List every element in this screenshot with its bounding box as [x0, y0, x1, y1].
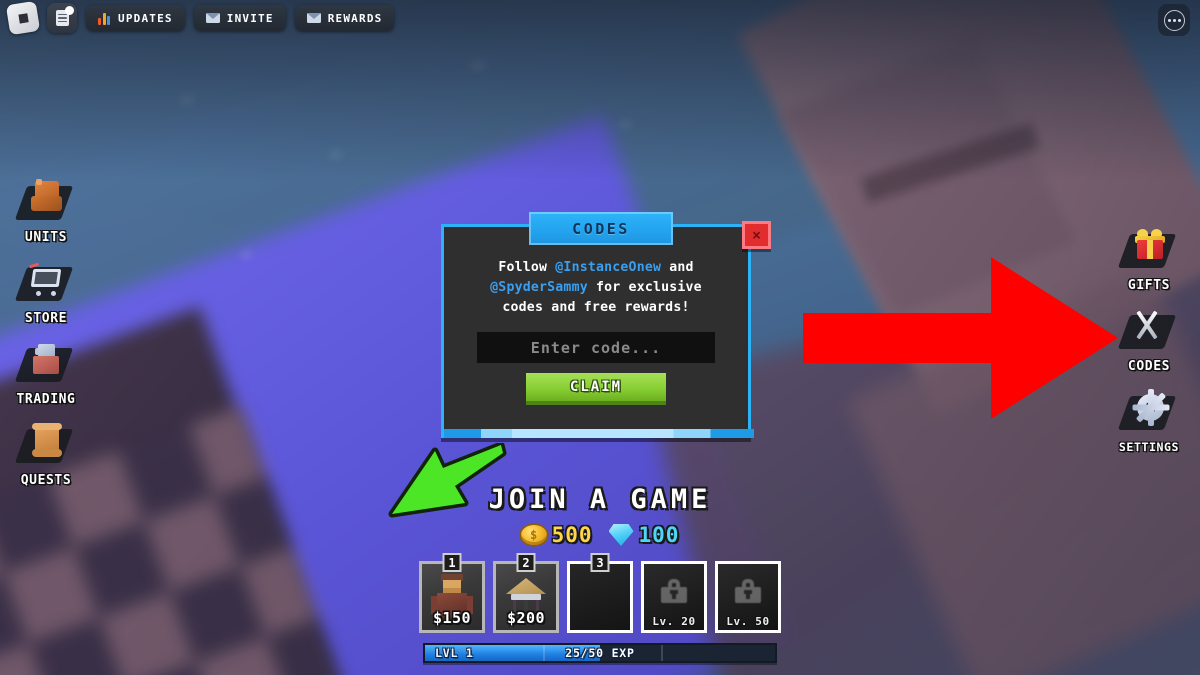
sidebar-item-store[interactable]: STORE: [10, 257, 82, 326]
hotbar-slot-number: 1: [442, 553, 462, 572]
page-title: CODES: [572, 219, 630, 238]
updates-button[interactable]: UPDATES: [86, 5, 185, 31]
hotbar-slot-lock-label: Lv. 50: [726, 615, 770, 628]
twitter-handle-2[interactable]: @SpyderSammy: [490, 280, 588, 295]
gem-currency: 100: [608, 523, 680, 547]
sidebar-item-label: CODES: [1127, 359, 1171, 374]
green-arrow-annotation: [388, 443, 507, 518]
desc-line1-pre: Follow: [498, 260, 556, 275]
desc-line2-post: for exclusive: [587, 280, 702, 295]
sidebar-item-quests[interactable]: QUESTS: [10, 419, 82, 488]
x-twitter-icon: [1117, 305, 1177, 357]
red-arrow-annotation: [803, 257, 1118, 419]
experience-text: 25/50 EXP: [565, 646, 635, 660]
code-input[interactable]: [477, 332, 715, 363]
invite-button-label: INVITE: [226, 11, 274, 25]
claim-button[interactable]: CLAIM: [526, 373, 666, 401]
hotbar-slot-price: $150: [432, 609, 472, 627]
hotbar-slot-2[interactable]: 2 $200: [493, 553, 559, 633]
hotbar-slot-number: 2: [516, 553, 536, 572]
sidebar-item-settings[interactable]: SETTINGS: [1106, 386, 1192, 454]
more-options-button[interactable]: [1158, 4, 1190, 36]
notepad-icon[interactable]: [47, 3, 77, 33]
close-icon: ×: [751, 225, 762, 244]
gem-icon: [608, 524, 634, 546]
hotbar-slot-3[interactable]: 3: [567, 553, 633, 633]
sidebar-item-trading[interactable]: TRADING: [10, 338, 82, 407]
hotbar-slot-locked-lv50[interactable]: Lv. 50: [715, 561, 781, 633]
codes-modal: CODES × Follow @InstanceOnew and @Spyder…: [441, 212, 771, 444]
currency-bar: 500 100: [0, 523, 1200, 547]
coin-value: 500: [551, 523, 593, 547]
lock-icon: [735, 579, 761, 603]
updates-button-label: UPDATES: [118, 11, 173, 25]
left-sidebar: UNITS STORE TRADING QUESTS: [10, 176, 82, 488]
codes-modal-description: Follow @InstanceOnew and @SpyderSammy fo…: [455, 258, 737, 318]
coin-icon: [520, 525, 547, 545]
shopping-cart-icon: [14, 257, 74, 309]
hotbar-slot-1[interactable]: 1 $150: [419, 553, 485, 633]
background-speck: [240, 250, 253, 259]
sidebar-item-label: UNITS: [24, 230, 68, 245]
envelope-icon: [306, 13, 321, 23]
game-screen: UPDATES INVITE REWARDS UNITS STORE TRADI…: [0, 0, 1200, 675]
sidebar-item-gifts[interactable]: GIFTS: [1106, 224, 1192, 293]
sidebar-item-label: TRADING: [16, 392, 76, 407]
sidebar-item-codes[interactable]: CODES: [1106, 305, 1192, 374]
scroll-icon: [14, 419, 74, 471]
notification-dot: [65, 6, 74, 15]
close-button[interactable]: ×: [742, 221, 771, 249]
ellipsis-circle-icon: [1163, 9, 1185, 31]
gear-icon: [1117, 386, 1177, 438]
experience-bar: LVL 1 25/50 EXP: [423, 643, 777, 663]
backpack-icon: [14, 176, 74, 228]
chart-bars-icon: [98, 12, 111, 25]
sidebar-item-label: SETTINGS: [1118, 440, 1180, 454]
codes-modal-bottom-border: [444, 429, 754, 438]
lock-icon: [661, 579, 687, 603]
sidebar-item-label: STORE: [24, 311, 68, 326]
roblox-logo-icon[interactable]: [5, 0, 41, 36]
join-a-game-title: JOIN A GAME: [488, 484, 712, 515]
hotbar-slot-locked-lv20[interactable]: Lv. 20: [641, 561, 707, 633]
codes-modal-titlebar: CODES: [529, 212, 673, 245]
codes-modal-body: Follow @InstanceOnew and @SpyderSammy fo…: [455, 258, 737, 401]
gift-box-icon: [1117, 224, 1177, 276]
claim-button-label: CLAIM: [569, 379, 623, 395]
trade-crate-icon: [14, 338, 74, 390]
rewards-button-label: REWARDS: [327, 11, 383, 25]
desc-line1-post: and: [661, 260, 694, 275]
twitter-handle-1[interactable]: @InstanceOnew: [555, 260, 661, 275]
sidebar-item-label: GIFTS: [1127, 278, 1171, 293]
desc-line3: codes and free rewards!: [502, 300, 690, 315]
gem-value: 100: [638, 523, 680, 547]
envelope-icon: [205, 13, 220, 23]
hotbar: 1 $150 2 $200 3 Lv. 20 Lv. 50: [0, 553, 1200, 633]
hotbar-slot-lock-label: Lv. 20: [652, 615, 696, 628]
top-bar: UPDATES INVITE REWARDS: [5, 0, 395, 36]
invite-button[interactable]: INVITE: [193, 5, 286, 31]
rewards-button[interactable]: REWARDS: [294, 5, 395, 31]
hotbar-slot-number: 3: [590, 553, 610, 572]
hotbar-slot-price: $200: [506, 609, 546, 627]
right-sidebar: GIFTS CODES SETTINGS: [1106, 224, 1192, 454]
coin-currency: 500: [520, 523, 593, 547]
sidebar-item-units[interactable]: UNITS: [10, 176, 82, 245]
